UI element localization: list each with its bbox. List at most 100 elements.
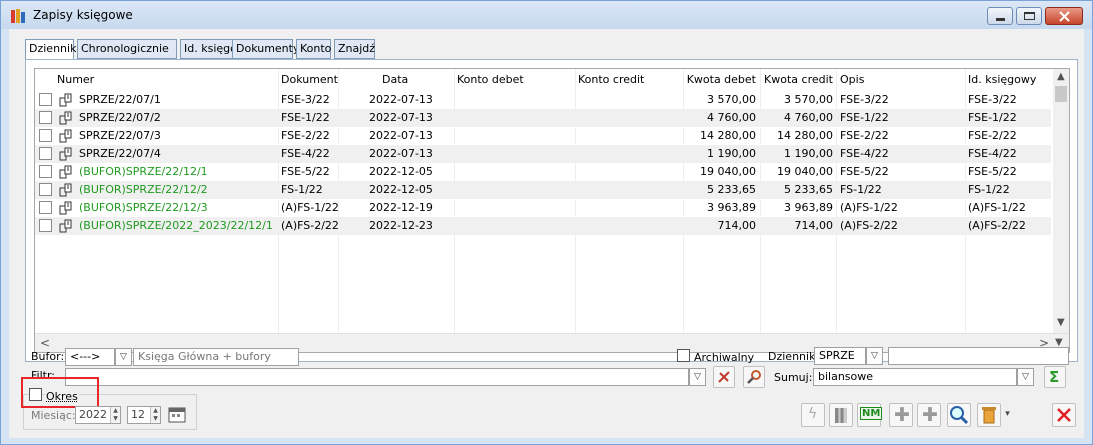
- close-icon: [1057, 408, 1071, 422]
- trash-icon: [982, 407, 996, 424]
- close-window-button[interactable]: [1045, 7, 1083, 25]
- table-row[interactable]: SPRZE/22/07/3 FSE-2/22 2022-07-13 14 280,00…: [35, 127, 1051, 145]
- row-numer: (BUFOR)SPRZE/22/12/2: [79, 183, 208, 196]
- calendar-icon: [168, 407, 186, 423]
- table-row[interactable]: (BUFOR)SPRZE/22/12/2 FS-1/22 2022-12-05 5 2…: [35, 181, 1051, 199]
- col-header-kwota-debet[interactable]: Kwota debet: [683, 73, 756, 86]
- col-header-data[interactable]: Data: [382, 73, 408, 86]
- nm-button[interactable]: NM: [857, 403, 883, 427]
- table-row[interactable]: (BUFOR)SPRZE/22/12/3 (A)FS-1/22 2022-12-19…: [35, 199, 1051, 217]
- window-content: Dzienniki Chronologicznie Id. księgowy D…: [9, 29, 1084, 438]
- accounting-entry-icon: [59, 165, 73, 179]
- accounting-entry-icon: [59, 147, 73, 161]
- sum-button[interactable]: Σ: [1044, 366, 1066, 388]
- delete-button[interactable]: [977, 403, 1001, 427]
- accounting-entry-icon: [59, 129, 73, 143]
- tab-znajdz[interactable]: Znajdź: [334, 39, 375, 59]
- month-value: 12: [131, 408, 145, 421]
- books-button[interactable]: [829, 403, 853, 427]
- row-opis: FSE-2/22: [840, 129, 889, 142]
- bufor-select[interactable]: <--->: [65, 348, 115, 366]
- row-kwota-credit: 19 040,00: [777, 165, 833, 178]
- dziennik-select[interactable]: SPRZE: [814, 347, 866, 365]
- col-header-kwota-credit[interactable]: Kwota credit: [760, 73, 833, 86]
- tab-panel: Numer Dokument Data Konto debet Konto cr…: [25, 59, 1078, 362]
- row-id: FSE-3/22: [968, 93, 1017, 106]
- calendar-button[interactable]: [167, 404, 187, 424]
- row-id: FSE-5/22: [968, 165, 1017, 178]
- scroll-down-icon[interactable]: ▼: [1057, 317, 1065, 328]
- archiwalny-checkbox[interactable]: [677, 349, 690, 362]
- col-header-konto-debet[interactable]: Konto debet: [457, 73, 524, 86]
- preview-button[interactable]: [947, 403, 971, 427]
- archiwalny-label: Archiwalny: [694, 351, 755, 364]
- col-header-konto-credit[interactable]: Konto credit: [578, 73, 644, 86]
- row-checkbox[interactable]: [39, 129, 52, 142]
- generate-button[interactable]: ϟ: [801, 403, 825, 427]
- month-stepper-arrows[interactable]: ▲ ▼: [150, 407, 160, 423]
- col-header-opis[interactable]: Opis: [840, 73, 864, 86]
- sumuj-select[interactable]: bilansowe: [813, 368, 1017, 386]
- tab-dzienniki[interactable]: Dzienniki: [25, 39, 80, 61]
- minimize-icon: [996, 18, 1005, 21]
- chevron-down-icon[interactable]: ▽: [689, 368, 706, 386]
- filter-settings-button[interactable]: [743, 366, 765, 388]
- col-header-dokument[interactable]: Dokument: [281, 73, 338, 86]
- table-row[interactable]: SPRZE/22/07/4 FSE-4/22 2022-07-13 1 190,00 1…: [35, 145, 1051, 163]
- row-numer: SPRZE/22/07/2: [79, 111, 161, 124]
- vertical-scroll-thumb[interactable]: [1055, 86, 1067, 102]
- delete-options-chevron-icon[interactable]: ▾: [1003, 406, 1012, 424]
- row-dokument: FSE-5/22: [281, 165, 330, 178]
- row-kwota-debet: 3 963,89: [707, 201, 756, 214]
- add-plus-icon: ✚: [922, 404, 938, 426]
- row-opis: FSE-4/22: [840, 147, 889, 160]
- vertical-scrollbar[interactable]: ▲ ▼: [1053, 69, 1069, 333]
- table-row[interactable]: (BUFOR)SPRZE/2022_2023/22/12/1 (A)FS-2/22…: [35, 217, 1051, 235]
- row-dokument: FS-1/22: [281, 183, 323, 196]
- tab-chronologicznie[interactable]: Chronologicznie: [77, 39, 177, 59]
- entries-grid[interactable]: Numer Dokument Data Konto debet Konto cr…: [34, 68, 1070, 353]
- row-checkbox[interactable]: [39, 183, 52, 196]
- row-opis: (A)FS-2/22: [840, 219, 898, 232]
- col-header-id-ksiegowy[interactable]: Id. księgowy: [968, 73, 1036, 86]
- add-copy-button[interactable]: ✚: [917, 403, 941, 427]
- row-checkbox[interactable]: [39, 111, 52, 124]
- row-checkbox[interactable]: [39, 93, 52, 106]
- scroll-up-icon[interactable]: ▲: [1057, 71, 1065, 82]
- chevron-down-icon[interactable]: ▽: [115, 348, 132, 366]
- row-numer: SPRZE/22/07/4: [79, 147, 161, 160]
- row-kwota-credit: 1 190,00: [784, 147, 833, 160]
- filtr-input[interactable]: [65, 368, 689, 386]
- chevron-down-icon[interactable]: ▽: [1017, 368, 1034, 386]
- row-checkbox[interactable]: [39, 201, 52, 214]
- row-kwota-debet: 14 280,00: [700, 129, 756, 142]
- close-icon: [1059, 11, 1070, 22]
- year-stepper-arrows[interactable]: ▲ ▼: [110, 407, 120, 423]
- tab-konto[interactable]: Konto: [296, 39, 331, 59]
- tab-dokumenty[interactable]: Dokumenty: [232, 39, 299, 59]
- scroll-left-icon[interactable]: <: [40, 336, 50, 350]
- table-row[interactable]: SPRZE/22/07/1 FSE-3/22 2022-07-13 3 570,00 3…: [35, 91, 1051, 109]
- year-stepper[interactable]: 2022 ▲ ▼: [75, 406, 121, 424]
- add-button[interactable]: ✚: [889, 403, 913, 427]
- row-checkbox[interactable]: [39, 165, 52, 178]
- row-opis: FSE-3/22: [840, 93, 889, 106]
- table-row[interactable]: (BUFOR)SPRZE/22/12/1 FSE-5/22 2022-12-05 19…: [35, 163, 1051, 181]
- row-checkbox[interactable]: [39, 219, 52, 232]
- row-kwota-credit: 4 760,00: [784, 111, 833, 124]
- close-button[interactable]: [1052, 403, 1076, 427]
- clear-filter-button[interactable]: [713, 366, 735, 388]
- table-row[interactable]: SPRZE/22/07/2 FSE-1/22 2022-07-13 4 760,00 4…: [35, 109, 1051, 127]
- row-checkbox[interactable]: [39, 147, 52, 160]
- chevron-down-icon[interactable]: ▽: [866, 347, 883, 365]
- maximize-button[interactable]: [1016, 7, 1042, 25]
- row-dokument: FSE-1/22: [281, 111, 330, 124]
- col-header-numer[interactable]: Numer: [57, 73, 94, 86]
- minimize-button[interactable]: [987, 7, 1013, 25]
- title-bar[interactable]: Zapisy księgowe: [1, 1, 1092, 29]
- dziennik-name-field[interactable]: [888, 347, 1069, 365]
- nm-icon: NM: [860, 407, 883, 420]
- sumuj-label: Sumuj:: [774, 371, 813, 384]
- month-stepper[interactable]: 12 ▲ ▼: [127, 406, 161, 424]
- row-opis: (A)FS-1/22: [840, 201, 898, 214]
